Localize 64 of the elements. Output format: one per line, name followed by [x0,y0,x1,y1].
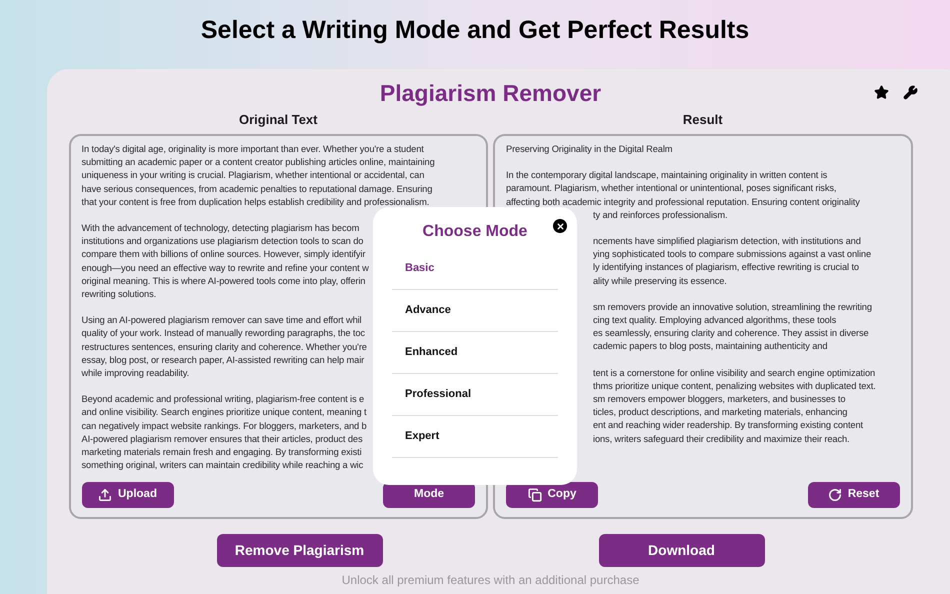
copy-button[interactable]: Copy [506,482,598,508]
text-line: something original, writers can maintain credibility while reaching a wic [82,459,364,472]
text-line: ality while preserving its essence. [593,274,727,288]
text-line: marketing materials remain fresh and engaging. By transforming existi [82,446,362,460]
text-line: Beyond academic and professional writing, plagiarism-free content is e [82,393,364,406]
upload-button[interactable]: Upload [82,482,174,508]
dialog-title: Choose Mode [422,222,528,242]
pane-label: Original Text [238,111,318,129]
headline: Select a Writing Mode and Get Perfect Results [200,15,750,46]
mode-option[interactable]: Advance [392,290,558,332]
text-line: In today's digital age, originality is more important than ever. Whether you're a student [82,143,424,156]
text-line: enough—you need an effective way to rewrite and refine your content w [82,262,369,275]
text-line: AI-powered plagiarism remover ensures that their articles, product des [82,432,362,446]
text-line: rewriting solutions. [82,288,156,302]
text-line: original meaning. This is where AI-powered tools come into play, offerin [82,274,366,288]
text-line: affecting both academic integrity and professional reputation. Ensuring content originality [506,196,860,209]
text-line: es seamlessly, ensuring clarity and coherence. They assist in diverse [593,327,869,340]
action-button[interactable]: Download [598,534,764,567]
app-title: Plagiarism Remover [380,79,602,108]
text-line: ty and reinforces professionalism. [593,208,728,222]
text-line: ncements have simplified plagiarism detection, with institutions and [593,235,861,248]
text-line: can negatively impact website rankings. For bloggers, marketers, and b [82,420,367,433]
footer-note: Unlock all premium features with an additional purchase [340,572,640,589]
text-line: compare them with billions of online sources. However, simply identifyir [82,248,366,262]
mode-option[interactable]: Basic [392,248,558,290]
text-line: have serious consequences, from academic penalties to reputational damage. Ensuring [82,182,432,196]
copy-icon [528,488,542,502]
text-line: that your content is free from duplication helps establish credibility and professionalism. [82,196,430,209]
text-line: ticles, product descriptions, and marketing materials, enhancing [593,406,848,420]
text-line: while improving readability. [82,367,190,380]
text-line: essay, blog post, or research paper, AI-assisted rewriting can help mair [82,354,364,367]
text-line: institutions and organizations use plagiarism detection tools to scan do [82,235,364,248]
text-line: sm removers provide an innovative solution, streamlining the rewriting [593,300,872,314]
pane-label: Result [682,111,724,129]
settings-icon[interactable] [902,85,918,100]
text-line: restructures sentences, ensuring clarity and coherence. Whether you're [82,340,367,354]
text-line: cademic papers to blog posts, maintaining authenticity and [593,340,828,354]
text-line: With the advancement of technology, detecting plagiarism has becom [82,222,360,236]
action-button[interactable]: Remove Plagiarism [216,534,382,567]
text-line: submitting an academic paper or a content creator publishing articles online, maintaining [82,156,435,170]
text-line: ent and reaching wider readership. By transforming existing content [593,419,863,432]
text-line: ly identifying instances of plagiarism, effective rewriting is crucial to [593,261,859,274]
mode-option[interactable]: Enhanced [392,332,558,374]
text-line: tent is a cornerstone for online visibility and search engine optimization [593,366,876,380]
text-line: ying sophisticated tools to compare submissions against a vast online [593,248,872,262]
text-line: cing text quality. Employing advanced algorithms, these tools [593,314,836,328]
text-line: In the contemporary digital landscape, maintaining originality in written content is [506,169,828,182]
mode-option[interactable]: Professional [392,374,558,416]
text-line: Using an AI-powered plagiarism remover can save time and effort whil [82,314,362,328]
text-line: uniqueness in your writing is crucial. Plagiarism, whether intentional or accidental, can [82,169,424,182]
reset-icon [828,488,842,502]
text-line: sm removers empower bloggers, marketers, and businesses to [593,393,846,406]
text-line: thms prioritize unique content, penalizing websites with duplicated text. [593,380,876,393]
close-icon [556,222,564,230]
favorite-icon[interactable] [874,85,888,100]
text-line: quality of your work. Instead of manually rewording paragraphs, the toc [82,327,365,340]
close-button[interactable] [553,219,567,233]
text-line: and online visibility. Search engines prioritize unique content, meaning t [82,406,367,420]
reset-button[interactable]: Reset [808,482,900,508]
text-line: Preserving Originality in the Digital Realm [506,143,672,156]
mode-option[interactable]: Expert [392,416,558,458]
upload-icon [98,488,112,502]
text-line: paramount. Plagiarism, whether intentional or unintentional, poses significant risks, [506,182,836,196]
text-line: ions, writers safeguard their credibility and maximize their reach. [593,432,850,446]
